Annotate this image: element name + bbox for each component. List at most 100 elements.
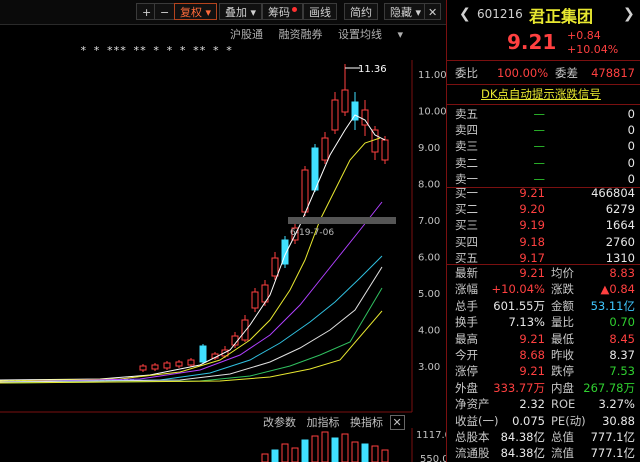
candle-body: [271, 257, 279, 277]
stock-code: 601216: [477, 7, 523, 21]
price-tick-label: 8.00: [418, 180, 440, 191]
stat-label: 涨停: [455, 364, 478, 379]
stat-label: 总手: [455, 298, 478, 313]
chevron-down-icon: ▾: [250, 6, 257, 19]
stat-value: 30.88: [602, 413, 635, 428]
bids-price: 9.20: [519, 202, 545, 217]
stat-row: 外盘 333.77万 内盘 267.78万: [447, 380, 640, 397]
stat-value: 8.37: [609, 348, 635, 362]
chips-button[interactable]: 筹码: [262, 3, 303, 20]
draw-line-button[interactable]: 画线: [303, 3, 337, 20]
asks-label: 卖三: [455, 139, 478, 154]
stat-row: 今开 8.68 昨收 8.37: [447, 347, 640, 364]
candle-body: [301, 169, 309, 213]
stat-label: 最低: [551, 331, 574, 346]
bids-row[interactable]: 买三 9.19 1664: [447, 217, 640, 234]
committee-row: 委比 100.00% 委差 478817: [447, 65, 640, 82]
stat-value: ▲0.84: [600, 282, 635, 297]
asks-volume: 0: [627, 139, 635, 154]
bids-price: 9.19: [519, 218, 545, 233]
kline-chart[interactable]: * * *** ** * * * ** * * 11.00 10.00 9.00 8.…: [0, 40, 446, 462]
stat-value: 84.38亿: [500, 446, 545, 461]
stat-label: 均价: [551, 266, 574, 280]
stat-value: 7.13%: [508, 315, 545, 330]
quote-panel: ❮ 601216 君正集团 ❯ 9.21 +0.84 +10.04% 委比 10…: [446, 0, 640, 462]
stat-value: 3.27%: [598, 397, 635, 412]
bids-row[interactable]: 买四 9.18 2760: [447, 234, 640, 251]
asks-row[interactable]: 卖五 — 0: [447, 106, 640, 123]
candle-body: [151, 364, 159, 370]
bids-volume: 2760: [605, 234, 635, 249]
committee-diff: 478817: [591, 66, 635, 80]
volume-bar: [361, 443, 369, 462]
stat-value: 53.11亿: [590, 298, 635, 313]
stock-change: +0.84: [567, 29, 601, 42]
stock-name: 君正集团: [529, 7, 594, 26]
price-tick-label: 5.00: [418, 289, 440, 300]
dk-signal-link[interactable]: DK点自动提示涨跌信号: [481, 86, 601, 102]
stat-row: 总股本 84.38亿 总值 777.1亿: [447, 429, 640, 446]
volume-bar: [371, 445, 379, 462]
price-tick-label: 10.00: [418, 107, 446, 118]
bids-volume: 466804: [591, 186, 635, 200]
date-range-highlight: [288, 217, 396, 224]
volume-chart: 1117.00 550.00: [261, 428, 446, 462]
chart-toolbar: + − 复权 ▾ 叠加 ▾ 筹码 画线 简约 隐藏 ▾ ✕: [0, 0, 446, 25]
volume-bar: [271, 449, 279, 462]
asks-label: 卖四: [455, 123, 478, 138]
stat-label: ROE: [551, 397, 576, 412]
candle-body: [139, 365, 147, 371]
overlay-button[interactable]: 叠加 ▾: [219, 3, 263, 20]
stat-row: 最高 9.21 最低 8.45: [447, 331, 640, 348]
stat-row: 总手 601.55万 金额 53.11亿: [447, 298, 640, 315]
candle-body: [321, 137, 329, 161]
stat-row: 收益(一) 0.075 PE(动) 30.88: [447, 413, 640, 430]
stat-row: 净资产 2.32 ROE 3.27%: [447, 396, 640, 413]
hide-button[interactable]: 隐藏 ▾: [384, 3, 428, 20]
restore-rights-button[interactable]: 复权 ▾: [174, 3, 218, 20]
stat-value: 2.32: [519, 397, 545, 412]
stock-price: 9.21: [507, 30, 557, 54]
stat-label: 涨幅: [455, 282, 478, 297]
bids-label: 买四: [455, 234, 478, 249]
asks-price: —: [533, 123, 546, 138]
asks-volume: 0: [627, 107, 635, 121]
stat-row: 涨停 9.21 跌停 7.53: [447, 363, 640, 380]
bids-row[interactable]: 买一 9.21 466804: [447, 185, 640, 202]
chevron-right-icon[interactable]: ❯: [623, 6, 635, 22]
volume-bar: [311, 435, 319, 462]
stat-value: 7.53: [609, 364, 635, 379]
bids-price: 9.21: [519, 186, 545, 200]
stat-label: 跌停: [551, 364, 574, 379]
asks-row[interactable]: 卖三 — 0: [447, 138, 640, 155]
volume-axis-label: 1117.00: [416, 430, 446, 441]
stat-label: 流通股: [455, 446, 490, 461]
stat-label: 收益(一): [455, 413, 499, 428]
candle-body: [311, 147, 319, 191]
candle-body: [175, 361, 183, 367]
bids-row[interactable]: 买二 9.20 6279: [447, 201, 640, 218]
volume-bar: [301, 439, 309, 462]
asks-price: —: [533, 107, 546, 121]
candle-body: [381, 139, 389, 161]
zoom-out-button[interactable]: −: [154, 3, 176, 20]
notification-dot-icon: [292, 7, 297, 12]
close-icon[interactable]: ✕: [424, 3, 442, 20]
asks-row[interactable]: 卖四 — 0: [447, 122, 640, 139]
stat-value: 84.38亿: [500, 430, 545, 444]
stock-change-pct: +10.04%: [567, 43, 619, 56]
simple-mode-button[interactable]: 简约: [344, 3, 378, 20]
bids-price: 9.18: [519, 234, 545, 249]
chevron-left-icon[interactable]: ❮: [459, 6, 471, 22]
chips-label: 筹码: [268, 6, 290, 19]
volume-bar: [351, 441, 359, 462]
stat-label: 金额: [551, 298, 574, 313]
asks-price: —: [533, 139, 546, 154]
volume-bar: [291, 447, 299, 462]
asks-row[interactable]: 卖二 — 0: [447, 155, 640, 172]
asks-volume: 0: [627, 155, 635, 170]
divider: [447, 60, 640, 61]
stat-value: 0.70: [609, 315, 635, 330]
divider: [447, 84, 640, 85]
asks-price: —: [533, 155, 546, 170]
